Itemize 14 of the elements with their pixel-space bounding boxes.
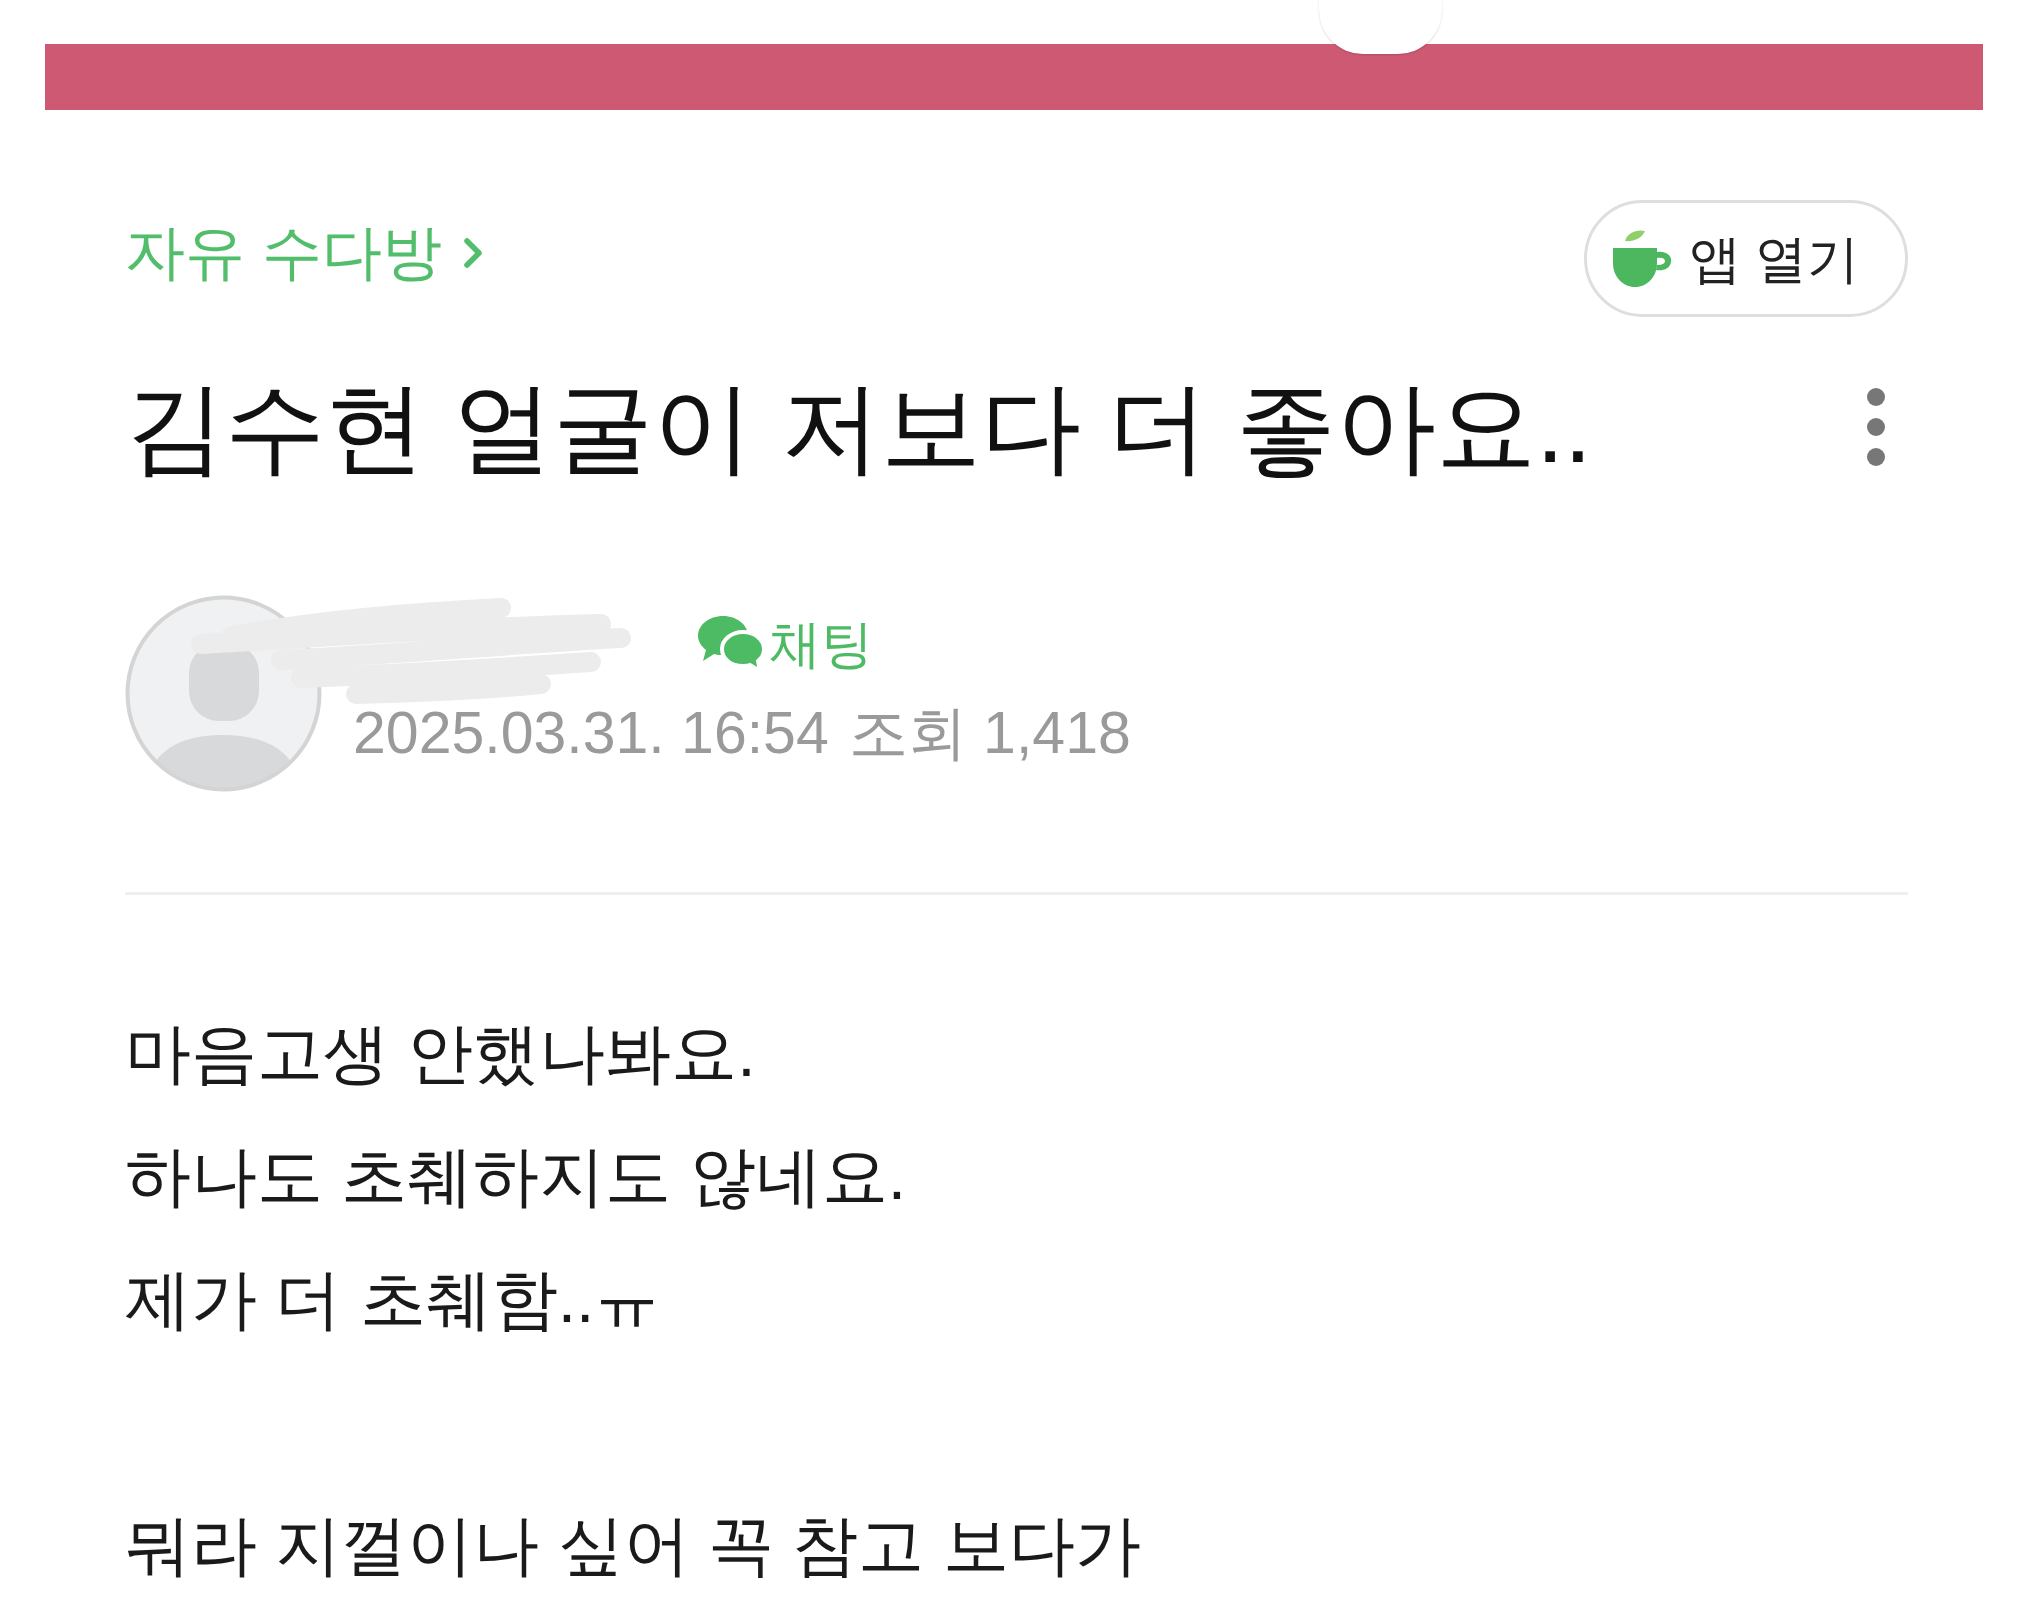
view-count: 조회 1,418 — [848, 699, 1131, 768]
body-text-line: 제가 더 초췌함..ㅠ — [125, 1261, 662, 1338]
chevron-right-icon — [463, 237, 482, 268]
teacup-icon — [1611, 228, 1673, 289]
more-options-icon[interactable] — [1866, 387, 1886, 467]
body-text-line: 하나도 초췌하지도 않네요. — [125, 1138, 907, 1215]
avatar-silhouette-icon — [125, 595, 322, 792]
post-date: 2025.03.31. 16:54 — [353, 699, 829, 768]
breadcrumb-link[interactable]: 자유 수다방 — [125, 222, 482, 283]
open-app-button[interactable]: 앱 열기 — [1584, 200, 1908, 317]
body-text-line: 뭐라 지껄이나 싶어 꼭 참고 보다가 — [125, 1507, 1142, 1584]
chat-button[interactable]: 채팅 — [697, 614, 873, 674]
post-title: 김수현 얼굴이 저보다 더 좋아요.. — [125, 370, 1592, 485]
body-text-line: 마음고생 안했나봐요. — [125, 1015, 757, 1092]
